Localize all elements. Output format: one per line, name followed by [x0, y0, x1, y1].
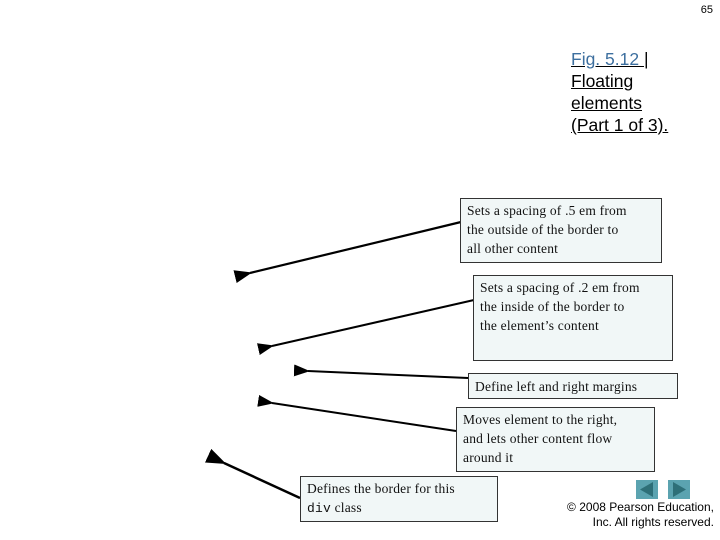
arrow-float	[257, 394, 457, 432]
callout-border: Defines the border for this div class	[300, 476, 498, 522]
copyright-line: Inc. All rights reserved.	[592, 515, 714, 529]
callout-text: the element’s content	[480, 318, 599, 333]
triangle-right-icon	[673, 482, 686, 497]
callout-text: all other content	[467, 241, 559, 256]
next-slide-button[interactable]	[668, 480, 690, 499]
arrow-margins-left-right	[293, 364, 469, 379]
callout-text: Define left and right margins	[475, 379, 638, 394]
copyright-line: © 2008 Pearson Education,	[567, 500, 714, 514]
callout-text: class	[331, 500, 362, 515]
arrow-padding	[257, 299, 475, 355]
triangle-left-icon	[640, 482, 653, 497]
callout-text: Sets a spacing of .2 em from	[480, 280, 640, 295]
copyright-notice: © 2008 Pearson Education, Inc. All right…	[567, 500, 714, 530]
callout-text: the outside of the border to	[467, 222, 619, 237]
callout-code: div	[307, 501, 332, 516]
callout-float: Moves element to the right, and lets oth…	[456, 407, 655, 472]
callout-text: Moves element to the right,	[463, 412, 618, 427]
previous-slide-button[interactable]	[636, 480, 658, 499]
callout-text: Sets a spacing of .5 em from	[467, 203, 627, 218]
callout-text: and lets other content flow	[463, 431, 613, 446]
callout-text: the inside of the border to	[480, 299, 625, 314]
arrow-margin	[233, 220, 462, 284]
callout-padding: Sets a spacing of .2 em from the inside …	[473, 275, 673, 361]
callout-text: Defines the border for this	[307, 481, 455, 496]
callout-left-right-margins: Define left and right margins	[468, 373, 678, 399]
callout-text: around it	[463, 450, 514, 465]
arrow-border	[204, 448, 301, 500]
callout-margin: Sets a spacing of .5 em from the outside…	[460, 198, 662, 263]
